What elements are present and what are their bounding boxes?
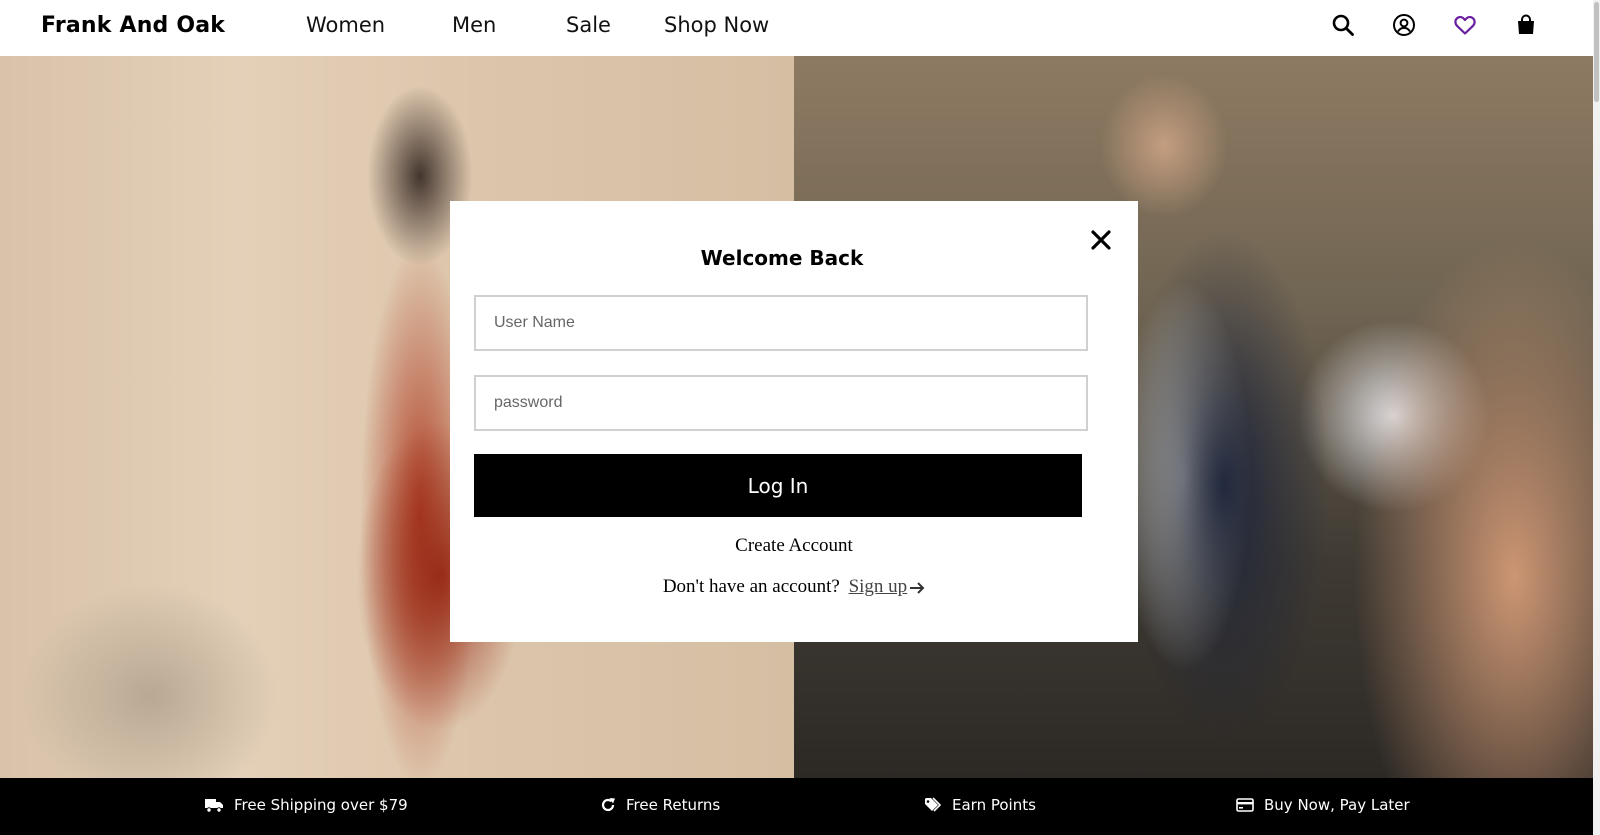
create-account-link[interactable]: Create Account [450,535,1138,557]
tags-icon [925,797,942,812]
perk-buy-now-pay-later[interactable]: Buy Now, Pay Later [1236,796,1410,814]
perk-earn-points[interactable]: Earn Points [924,796,1036,814]
login-modal: Welcome Back Log In Create Account Don't… [450,201,1138,642]
nav-sale[interactable]: Sale [566,13,611,37]
bag-icon[interactable] [1512,11,1540,39]
password-input[interactable] [474,375,1088,431]
page-scrollbar[interactable] [1593,0,1600,835]
site-header: Frank And Oak Women Men Sale Shop Now [0,0,1593,56]
perk-free-returns[interactable]: Free Returns [600,796,720,814]
account-icon[interactable] [1390,11,1418,39]
login-button[interactable]: Log In [474,454,1082,517]
username-input[interactable] [474,295,1088,351]
refresh-icon [601,798,615,812]
truck-icon [205,799,223,813]
perk-label: Free Shipping over $79 [234,796,408,814]
modal-title: Welcome Back [700,246,864,270]
perk-label: Earn Points [952,796,1036,814]
nav-men[interactable]: Men [452,13,496,37]
arrow-right-icon [910,581,925,594]
signup-link[interactable]: Sign up [849,576,926,597]
site-logo[interactable]: Frank And Oak [41,13,225,38]
signup-prompt: Don't have an account? [662,576,840,597]
signup-row: Don't have an account? Sign up [450,576,1138,598]
signup-link-label[interactable]: Sign up [849,576,908,597]
perks-bar: Free Shipping over $79 Free Returns Earn… [0,778,1593,835]
search-icon[interactable] [1329,11,1357,39]
nav-shop-now[interactable]: Shop Now [664,13,769,37]
perk-label: Free Returns [626,796,721,814]
perk-label: Buy Now, Pay Later [1264,796,1410,814]
credit-card-icon [1236,798,1254,812]
scrollbar-thumb[interactable] [1594,2,1599,102]
perk-free-shipping[interactable]: Free Shipping over $79 [204,796,408,814]
nav-women[interactable]: Women [306,13,385,37]
heart-icon[interactable] [1451,11,1479,39]
